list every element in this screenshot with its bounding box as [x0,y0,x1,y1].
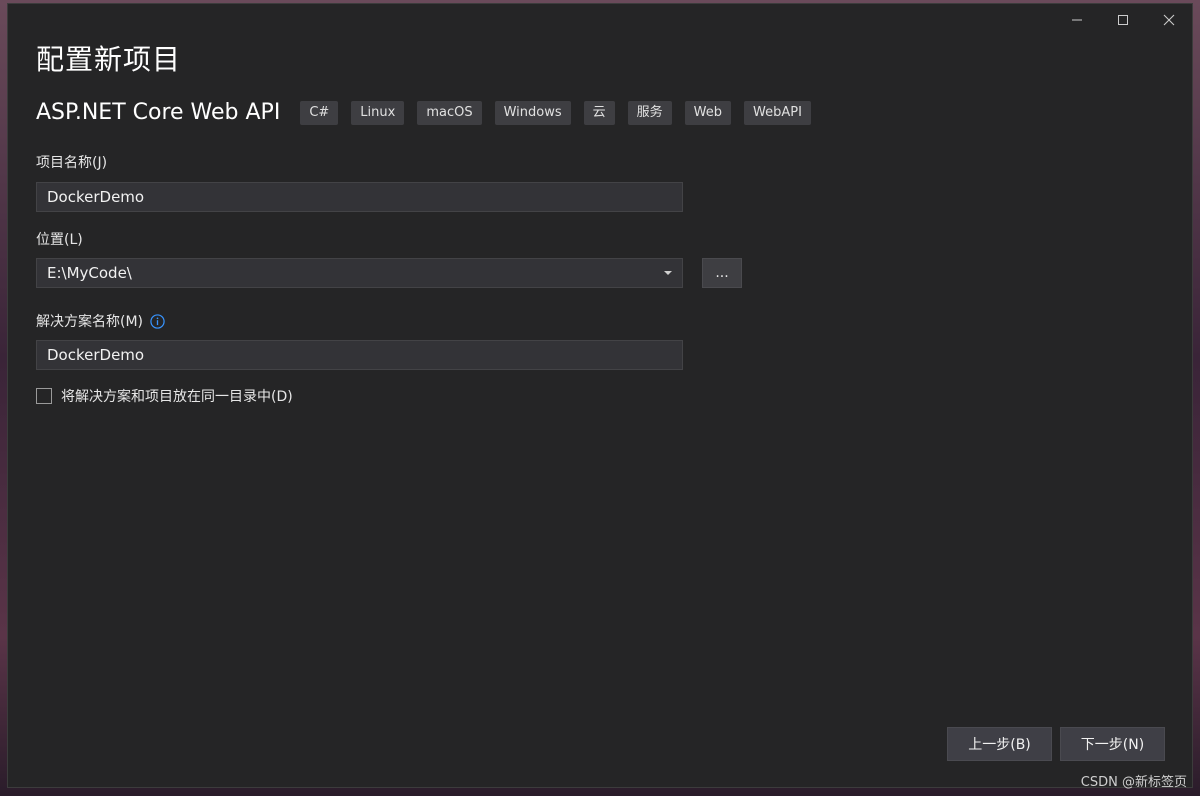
location-label: 位置(L) [36,232,83,248]
solution-name-label-row: 解决方案名称(M) [36,311,165,331]
watermark: CSDN @新标签页 [1080,775,1187,790]
template-name: ASP.NET Core Web API [36,100,281,125]
template-header: ASP.NET Core Web API C# Linux macOS Wind… [36,100,811,125]
window-controls [1054,4,1192,36]
back-button[interactable]: 上一步(B) [947,727,1052,761]
tag: WebAPI [744,100,811,125]
maximize-icon [1118,15,1128,25]
solution-name-label: 解决方案名称(M) [36,314,144,330]
minimize-icon [1072,19,1082,21]
browse-button[interactable]: ... [702,258,742,288]
tag: Linux [351,100,405,125]
solution-name-input[interactable] [36,340,683,370]
tag: Web [684,100,731,125]
tag: C# [300,100,339,125]
close-button[interactable] [1146,4,1192,36]
tag: Windows [494,100,571,125]
same-directory-option[interactable]: 将解决方案和项目放在同一目录中(D) [36,386,293,406]
tag: 服务 [627,100,672,125]
close-icon [1163,14,1175,26]
next-button[interactable]: 下一步(N) [1060,727,1165,761]
location-value: E:\MyCode\ [47,264,132,282]
project-name-label: 项目名称(J) [36,155,108,171]
template-tags: C# Linux macOS Windows 云 服务 Web WebAPI [300,100,811,125]
minimize-button[interactable] [1054,4,1100,36]
tag: 云 [583,100,615,125]
same-directory-checkbox[interactable] [36,388,52,404]
info-icon[interactable] [150,313,165,329]
page-title: 配置新项目 [36,43,182,76]
maximize-button[interactable] [1100,4,1146,36]
chevron-down-icon[interactable] [664,271,672,275]
project-name-input[interactable] [36,182,683,212]
same-directory-label: 将解决方案和项目放在同一目录中(D) [61,389,293,405]
configure-project-dialog: 配置新项目 ASP.NET Core Web API C# Linux macO… [7,3,1193,788]
tag: macOS [417,100,482,125]
location-combobox[interactable]: E:\MyCode\ [36,258,683,288]
